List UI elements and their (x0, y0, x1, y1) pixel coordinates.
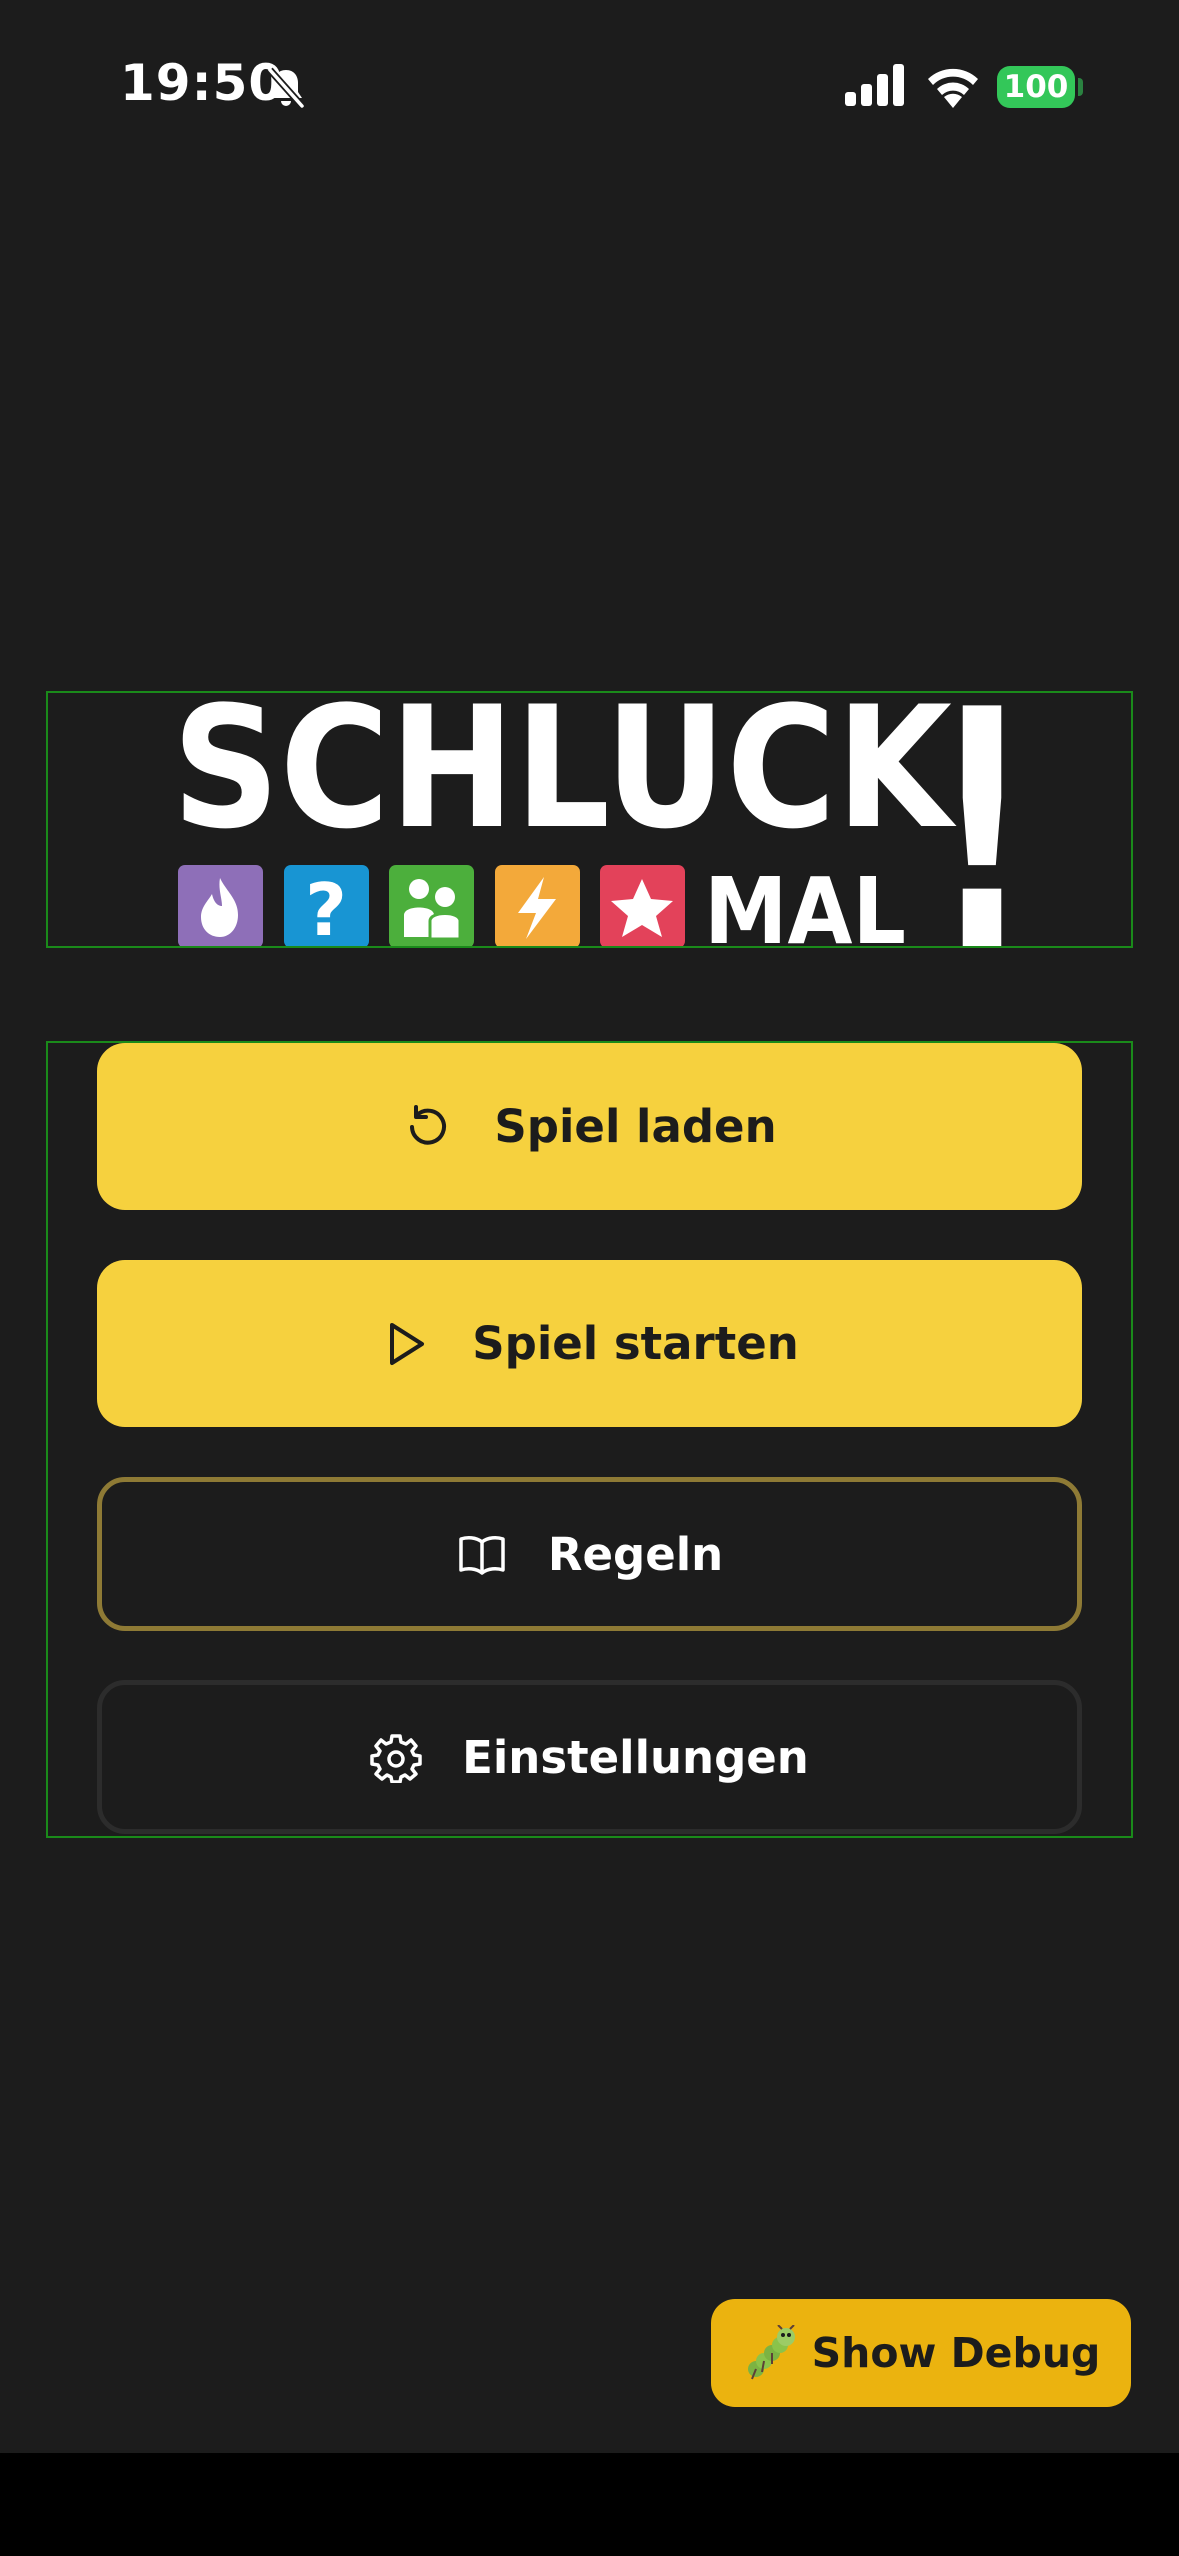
start-game-label: Spiel starten (472, 1317, 799, 1370)
flame-tile (178, 865, 263, 946)
show-debug-button[interactable]: Show Debug (711, 2299, 1131, 2407)
start-game-button[interactable]: Spiel starten (97, 1260, 1082, 1427)
star-tile (600, 865, 685, 946)
question-icon: ? (305, 868, 347, 946)
book-open-icon (459, 1536, 505, 1575)
wifi-icon (928, 68, 978, 108)
lightning-tile (495, 865, 580, 946)
bottom-bar (0, 2453, 1179, 2556)
logo: SCHLUCK ! MAL ? (46, 691, 1133, 948)
caterpillar-icon (747, 2325, 795, 2380)
gear-icon (370, 1734, 422, 1783)
load-game-label: Spiel laden (494, 1100, 777, 1153)
signal-icon (845, 64, 904, 106)
people-tile (389, 865, 474, 946)
rules-button[interactable]: Regeln (97, 1477, 1082, 1631)
battery-icon: 100 (997, 66, 1075, 108)
rules-label: Regeln (547, 1527, 724, 1581)
logo-title: SCHLUCK (172, 693, 957, 866)
battery-tip (1078, 78, 1083, 96)
rotate-ccw-icon (410, 1104, 447, 1145)
bell-off-icon (267, 67, 305, 109)
load-game-button[interactable]: Spiel laden (97, 1043, 1082, 1210)
logo-subtitle: MAL (704, 858, 906, 946)
logo-exclamation: ! (932, 693, 1032, 946)
play-icon (390, 1322, 425, 1365)
question-tile: ? (284, 865, 369, 946)
settings-button[interactable]: Einstellungen (97, 1680, 1082, 1834)
show-debug-label: Show Debug (811, 2329, 1101, 2377)
logo-graphic: SCHLUCK ! MAL ? (172, 693, 1032, 946)
status-time: 19:50 (120, 54, 285, 112)
settings-label: Einstellungen (462, 1730, 809, 1784)
status-bar: 19:50 100 (0, 0, 1179, 175)
